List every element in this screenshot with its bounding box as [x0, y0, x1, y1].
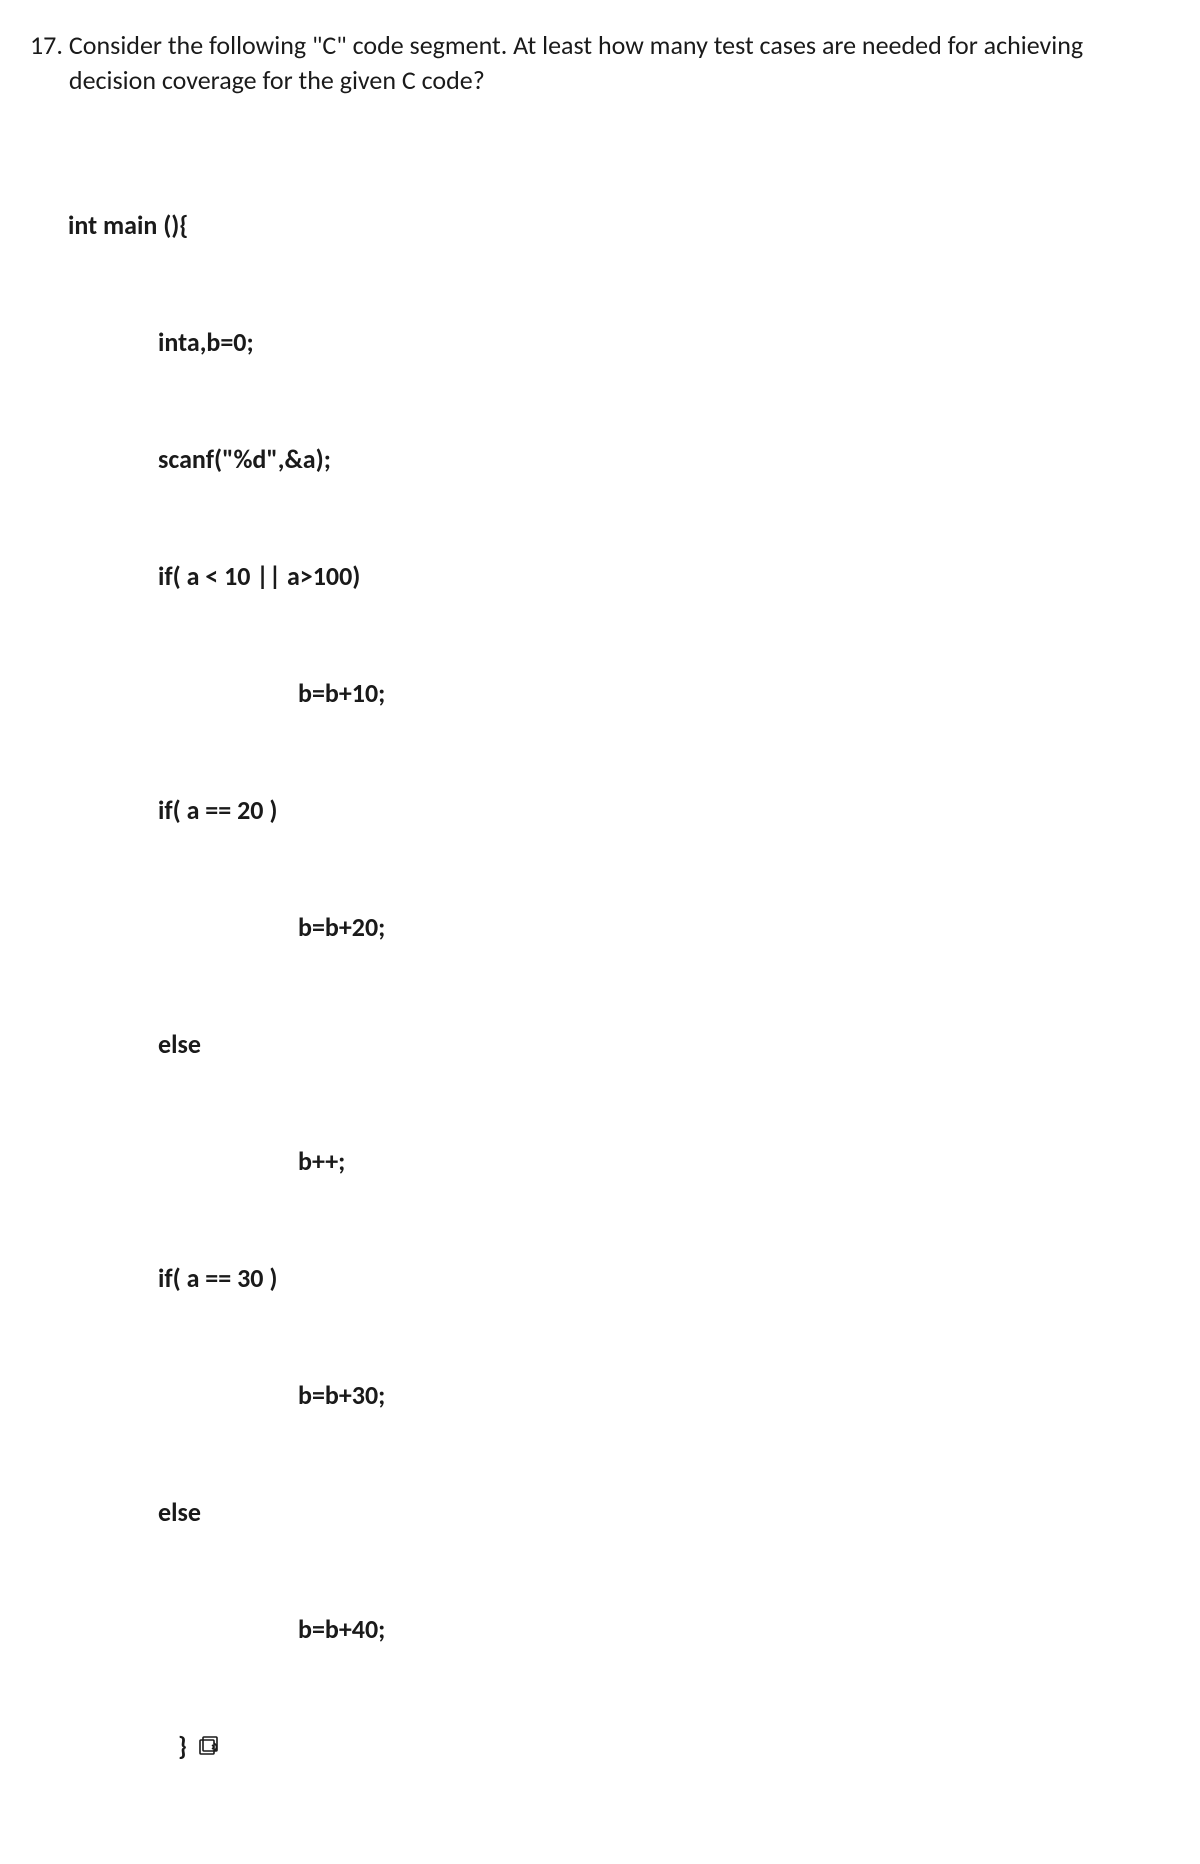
code-line: b=b+40;: [68, 1610, 1170, 1649]
closing-brace: }: [178, 1727, 187, 1766]
code-line: else: [68, 1025, 1170, 1064]
code-line: scanf("%d",&a);: [68, 440, 1170, 479]
code-line: if( a == 20 ): [68, 791, 1170, 830]
question-text: Consider the following "C" code segment.…: [69, 28, 1170, 98]
read-aloud-icon[interactable]: [199, 1736, 225, 1758]
code-line: if( a == 30 ): [68, 1259, 1170, 1298]
question-number: 17.: [30, 28, 63, 63]
code-line: b=b+20;: [68, 908, 1170, 947]
code-block: int main (){ inta,b=0; scanf("%d",&a); i…: [68, 128, 1170, 1844]
code-line: else: [68, 1493, 1170, 1532]
code-line: b++;: [68, 1142, 1170, 1181]
code-line: int main (){: [68, 206, 1170, 245]
code-line: b=b+30;: [68, 1376, 1170, 1415]
question-block: 17. Consider the following "C" code segm…: [30, 28, 1170, 98]
code-line: inta,b=0;: [68, 323, 1170, 362]
code-line: if( a < 10 || a>100): [68, 557, 1170, 596]
code-line: b=b+10;: [68, 674, 1170, 713]
code-line: }: [68, 1727, 1170, 1766]
